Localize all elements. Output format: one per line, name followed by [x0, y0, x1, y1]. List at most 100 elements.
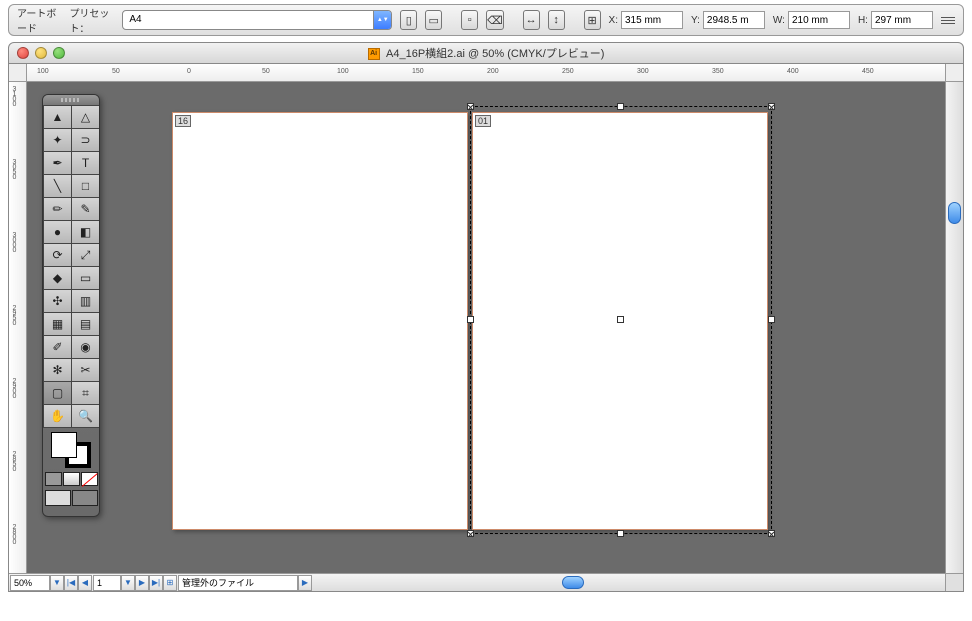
gradient-mode-button[interactable]	[63, 472, 80, 486]
color-mode-button[interactable]	[45, 472, 62, 486]
color-swatches	[43, 428, 99, 510]
rect-tool[interactable]: □	[72, 175, 99, 197]
close-window-button[interactable]	[17, 47, 29, 59]
wand-tool[interactable]: ✦	[44, 129, 71, 151]
tools-panel-header[interactable]	[43, 95, 99, 105]
first-artboard-button[interactable]: |◀	[64, 575, 78, 591]
scale-tool[interactable]: ⤢	[72, 244, 99, 266]
prev-artboard-button[interactable]: ◀	[78, 575, 92, 591]
selection-handle-bm[interactable]	[617, 530, 624, 537]
window-controls	[9, 47, 65, 59]
new-artboard-button[interactable]: ▫	[461, 10, 478, 30]
mesh-tool[interactable]: ▦	[44, 313, 71, 335]
ruler-tick: 450	[862, 68, 874, 75]
h-input[interactable]	[871, 11, 933, 29]
delete-artboard-button[interactable]: ⌫	[486, 10, 504, 30]
ruler-tick: 50	[262, 68, 270, 75]
reference-point-button[interactable]: ⊞	[584, 10, 601, 30]
orientation-portrait-button[interactable]: ▯	[400, 10, 417, 30]
status-bar: 50% ▼ |◀ ◀ 1 ▼ ▶ ▶| ⊞ 管理外のファイル ▶	[9, 573, 945, 591]
selection-handle-tr[interactable]	[768, 103, 775, 110]
window-titlebar[interactable]: Ai A4_16P横組2.ai @ 50% (CMYK/プレビュー)	[8, 42, 964, 64]
spray-tool[interactable]: ✻	[44, 359, 71, 381]
document-window: Ai A4_16P横組2.ai @ 50% (CMYK/プレビュー) 10050…	[8, 42, 964, 592]
ruler-tick: 2950	[11, 305, 18, 325]
minimize-window-button[interactable]	[35, 47, 47, 59]
artboard-page-left[interactable]: 16	[172, 112, 468, 530]
ruler-tick: 2800	[11, 524, 18, 544]
blob-tool[interactable]: ●	[44, 221, 71, 243]
pencil-tool[interactable]: ✎	[72, 198, 99, 220]
direct-selection-tool[interactable]: △	[72, 106, 99, 128]
artboard-tool[interactable]: ▢	[44, 382, 71, 404]
panel-menu-icon[interactable]	[941, 17, 955, 24]
selection-tool[interactable]: ▲	[44, 106, 71, 128]
layer-status-field[interactable]: 管理外のファイル	[178, 575, 298, 591]
normal-screen-button[interactable]	[45, 490, 71, 506]
ai-file-icon: Ai	[368, 48, 380, 60]
next-artboard-button[interactable]: ▶	[135, 575, 149, 591]
last-artboard-button[interactable]: ▶|	[149, 575, 163, 591]
ruler-origin[interactable]	[9, 64, 27, 82]
x-input[interactable]	[621, 11, 683, 29]
free-transform-tool[interactable]: ▭	[72, 267, 99, 289]
eraser-tool[interactable]: ◧	[72, 221, 99, 243]
vertical-scroll-thumb[interactable]	[948, 202, 961, 224]
resize-grip[interactable]	[945, 573, 963, 591]
gradient-tool[interactable]: ▤	[72, 313, 99, 335]
slice-tool[interactable]: ⌗	[72, 382, 99, 404]
eyedrop-tool[interactable]: ✐	[44, 336, 71, 358]
canvas[interactable]: 16 01	[27, 82, 945, 573]
brush-tool[interactable]: ✏	[44, 198, 71, 220]
zoom-window-button[interactable]	[53, 47, 65, 59]
preset-select[interactable]: A4 ▲▼	[122, 10, 392, 30]
artboard-selection[interactable]	[470, 106, 772, 534]
orientation-landscape-button[interactable]: ▭	[425, 10, 442, 30]
zoom-field[interactable]: 50%	[10, 575, 50, 591]
graph-tool[interactable]: ▥	[72, 290, 99, 312]
selection-handle-center[interactable]	[617, 316, 624, 323]
ruler-tick: 150	[412, 68, 424, 75]
vertical-scrollbar[interactable]	[945, 82, 963, 573]
fill-swatch[interactable]	[51, 432, 77, 458]
slice-knife-tool[interactable]: ✂	[72, 359, 99, 381]
w-input[interactable]	[788, 11, 850, 29]
blend-tool[interactable]: ◉	[72, 336, 99, 358]
line-tool[interactable]: ╲	[44, 175, 71, 197]
preset-label: プリセット：	[69, 5, 114, 35]
pen-tool[interactable]: ✒	[44, 152, 71, 174]
artboard-menu-button[interactable]: ▼	[121, 575, 135, 591]
current-artboard-field[interactable]: 1	[93, 575, 121, 591]
ruler-tick: 3100	[11, 86, 18, 106]
y-input[interactable]	[703, 11, 765, 29]
tools-panel[interactable]: ▲△✦⊃✒T╲□✏✎●◧⟳⤢◆▭✣▥▦▤✐◉✻✂▢⌗✋🔍	[42, 94, 100, 517]
horizontal-scroll-thumb[interactable]	[562, 576, 584, 589]
selection-handle-tl[interactable]	[467, 103, 474, 110]
warp-tool[interactable]: ◆	[44, 267, 71, 289]
x-label: X:	[609, 15, 618, 26]
status-menu-button[interactable]: ▶	[298, 575, 312, 591]
selection-handle-bl[interactable]	[467, 530, 474, 537]
vertical-ruler[interactable]: 3100305030002950290028502800	[9, 82, 27, 573]
artboard-name-button[interactable]: ↔	[523, 10, 540, 30]
type-tool[interactable]: T	[72, 152, 99, 174]
symbol-tool[interactable]: ✣	[44, 290, 71, 312]
zoom-tool[interactable]: 🔍	[72, 405, 99, 427]
rotate-tool[interactable]: ⟳	[44, 244, 71, 266]
artboard-spread: 16 01	[172, 112, 772, 532]
zoom-menu-button[interactable]: ▼	[50, 575, 64, 591]
full-screen-button[interactable]	[72, 490, 98, 506]
horizontal-ruler[interactable]: 10050050100150200250300350400450	[27, 64, 945, 82]
hand-tool[interactable]: ✋	[44, 405, 71, 427]
preset-arrows-icon[interactable]: ▲▼	[373, 11, 391, 29]
selection-handle-br[interactable]	[768, 530, 775, 537]
selection-handle-ml[interactable]	[467, 316, 474, 323]
fill-stroke-control[interactable]	[51, 432, 91, 468]
status-aux-button[interactable]: ⊞	[163, 575, 177, 591]
artboard-options-button[interactable]: ↕	[548, 10, 565, 30]
none-mode-button[interactable]	[81, 472, 98, 486]
selection-handle-mr[interactable]	[768, 316, 775, 323]
workarea: 10050050100150200250300350400450 3100305…	[8, 64, 964, 592]
lasso-tool[interactable]: ⊃	[72, 129, 99, 151]
selection-handle-tm[interactable]	[617, 103, 624, 110]
